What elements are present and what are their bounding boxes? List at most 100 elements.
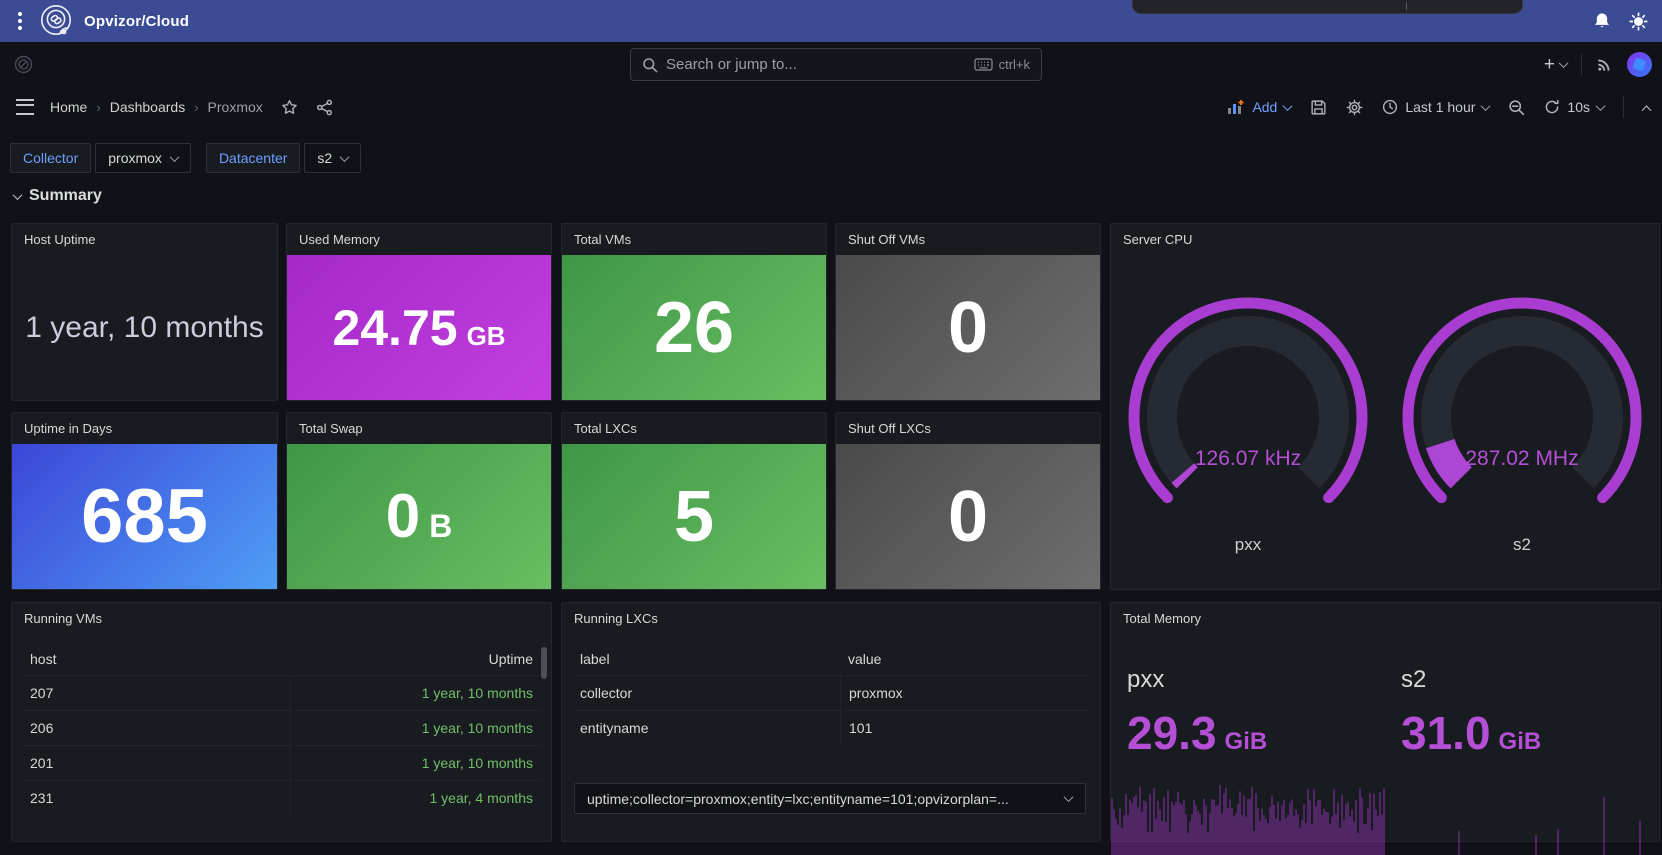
gauge-s2[interactable]: 287.02 MHz s2 bbox=[1385, 297, 1659, 555]
chevron-down-icon bbox=[1063, 792, 1074, 803]
memory-stat-pxx: pxx 29.3 GiB bbox=[1111, 634, 1385, 855]
table-cell: entityname bbox=[580, 720, 649, 736]
column-header[interactable]: host bbox=[22, 651, 290, 667]
column-header[interactable]: label bbox=[572, 651, 840, 667]
table-cell: proxmox bbox=[840, 676, 1090, 710]
metric-select-dropdown[interactable]: uptime;collector=proxmox;entity=lxc;enti… bbox=[574, 783, 1086, 814]
save-dashboard-icon[interactable] bbox=[1310, 99, 1327, 116]
refresh-icon bbox=[1544, 99, 1560, 115]
panel-title[interactable]: Running VMs bbox=[12, 603, 551, 634]
panel-title[interactable]: Total VMs bbox=[562, 224, 826, 255]
panel-total-memory: Total Memory pxx 29.3 GiB s2 31.0 GiB bbox=[1110, 602, 1660, 855]
datacenter-variable-select[interactable]: s2 bbox=[304, 143, 362, 173]
table-row[interactable]: collector proxmox bbox=[572, 675, 1090, 710]
kebab-menu-icon[interactable] bbox=[18, 12, 22, 30]
panel-used-memory: Used Memory 24.75 GB bbox=[286, 223, 552, 401]
chevron-down-icon bbox=[339, 151, 350, 162]
panel-title[interactable]: Running LXCs bbox=[562, 603, 1100, 634]
search-shortcut: ctrl+k bbox=[998, 57, 1030, 72]
summary-row-toggle[interactable]: Summary bbox=[12, 187, 102, 205]
stat-value: 0B bbox=[287, 444, 551, 589]
stat-value: 31.0 GiB bbox=[1401, 707, 1542, 759]
notifications-bell-icon[interactable] bbox=[1593, 12, 1611, 30]
template-variables: Collector proxmox Datacenter s2 bbox=[10, 143, 362, 173]
breadcrumb-item[interactable]: Home bbox=[50, 99, 87, 115]
stat-label: s2 bbox=[1401, 666, 1427, 693]
news-rss-icon[interactable] bbox=[1596, 56, 1613, 73]
chevron-down-icon bbox=[1558, 58, 1569, 69]
gauge-pxx[interactable]: 126.07 kHz pxx bbox=[1111, 297, 1385, 555]
grafana-home-logo-icon[interactable] bbox=[14, 55, 33, 74]
search-icon bbox=[642, 57, 658, 73]
datacenter-variable-label: Datacenter bbox=[205, 143, 301, 173]
breadcrumb-item[interactable]: Proxmox bbox=[208, 99, 263, 115]
panel-title[interactable]: Shut Off LXCs bbox=[836, 413, 1100, 444]
gauge-label: pxx bbox=[1234, 535, 1262, 554]
breadcrumb-item[interactable]: Dashboards bbox=[110, 99, 186, 115]
panel-title[interactable]: Server CPU bbox=[1111, 224, 1659, 255]
table-cell: 207 bbox=[30, 685, 54, 701]
theme-sun-icon[interactable] bbox=[1629, 11, 1648, 31]
time-range-picker[interactable]: Last 1 hour bbox=[1382, 99, 1491, 115]
gauge-label: s2 bbox=[1513, 535, 1531, 554]
panel-total-vms: Total VMs 26 bbox=[561, 223, 827, 401]
stat-value: 26 bbox=[562, 255, 826, 400]
mega-menu-icon[interactable] bbox=[16, 99, 34, 115]
column-header[interactable]: value bbox=[840, 651, 1090, 667]
stat-value: 1 year, 10 months bbox=[25, 310, 264, 344]
share-icon[interactable] bbox=[316, 99, 333, 116]
plus-icon: + bbox=[1543, 53, 1555, 75]
panel-title[interactable]: Total Memory bbox=[1111, 603, 1659, 634]
grafana-proxmox-dashboard: { "app_bar": { "title": "Opvizor/Cloud" … bbox=[0, 0, 1662, 855]
breadcrumb-separator: › bbox=[194, 99, 199, 115]
panel-title[interactable]: Shut Off VMs bbox=[836, 224, 1100, 255]
panel-title[interactable]: Uptime in Days bbox=[12, 413, 277, 444]
refresh-interval-label: 10s bbox=[1567, 99, 1590, 115]
table-scrollbar[interactable] bbox=[541, 647, 547, 679]
refresh-picker[interactable]: 10s bbox=[1544, 99, 1606, 115]
table-cell: 231 bbox=[30, 790, 54, 806]
panel-title[interactable]: Used Memory bbox=[287, 224, 551, 255]
add-chart-icon bbox=[1227, 99, 1245, 115]
divider bbox=[1581, 53, 1582, 76]
stat-value: 0 bbox=[836, 444, 1100, 589]
time-range-label: Last 1 hour bbox=[1405, 99, 1476, 115]
running-vms-table: host Uptime 207 1 year, 10 months 206 1 year,… bbox=[22, 643, 541, 815]
divider bbox=[1623, 96, 1624, 118]
new-item-button[interactable]: + bbox=[1543, 53, 1569, 76]
search-input[interactable]: Search or jump to... ctrl+k bbox=[630, 48, 1042, 81]
table-row[interactable]: 207 1 year, 10 months bbox=[22, 675, 541, 710]
panel-uptime-in-days: Uptime in Days 685 bbox=[11, 412, 278, 590]
table-row[interactable]: 231 1 year, 4 months bbox=[22, 780, 541, 815]
favorite-star-icon[interactable] bbox=[281, 99, 298, 116]
table-cell: collector bbox=[580, 685, 633, 701]
table-row[interactable]: entityname 101 bbox=[572, 710, 1090, 745]
stat-value: 29.3 GiB bbox=[1127, 707, 1268, 759]
collapse-chevron-up-icon[interactable] bbox=[1641, 104, 1652, 115]
user-avatar[interactable] bbox=[1627, 52, 1652, 77]
panel-title[interactable]: Total Swap bbox=[287, 413, 551, 444]
add-panel-button[interactable]: Add bbox=[1227, 99, 1293, 115]
zoom-out-icon[interactable] bbox=[1508, 99, 1525, 116]
panel-total-lxcs: Total LXCs 5 bbox=[561, 412, 827, 590]
panel-running-vms: Running VMs host Uptime 207 1 year, 10 mont… bbox=[11, 602, 552, 842]
panel-title[interactable]: Host Uptime bbox=[12, 224, 277, 255]
stat-value: 24.75 GB bbox=[287, 255, 551, 400]
chevron-down-icon bbox=[1595, 100, 1606, 111]
gauge-group: 126.07 kHz pxx 287.02 MHz s2 bbox=[1111, 297, 1659, 555]
dashboard-settings-gear-icon[interactable] bbox=[1346, 99, 1363, 116]
table-row[interactable]: 206 1 year, 10 months bbox=[22, 710, 541, 745]
table-cell: 206 bbox=[30, 720, 54, 736]
collector-variable-select[interactable]: proxmox bbox=[95, 143, 191, 173]
panel-title[interactable]: Total LXCs bbox=[562, 413, 826, 444]
chevron-down-icon bbox=[1480, 100, 1491, 111]
column-header[interactable]: Uptime bbox=[290, 651, 541, 667]
chevron-down-icon bbox=[169, 151, 180, 162]
breadcrumb: Home › Dashboards › Proxmox bbox=[50, 99, 263, 115]
section-title: Summary bbox=[29, 187, 102, 204]
stat-label: pxx bbox=[1127, 666, 1165, 693]
sparkline-s2 bbox=[1458, 797, 1641, 855]
table-row[interactable]: 201 1 year, 10 months bbox=[22, 745, 541, 780]
keyboard-icon bbox=[973, 58, 993, 71]
table-cell: 201 bbox=[30, 755, 54, 771]
